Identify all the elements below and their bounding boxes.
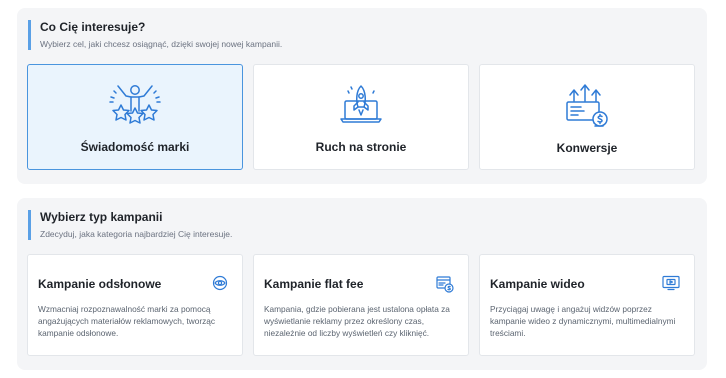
campaign-card-description: Wzmacniaj rozpoznawalność marki za pomoc…: [38, 304, 216, 338]
campaign-card-description: Przyciągaj uwagę i angażuj widzów poprze…: [490, 304, 676, 338]
campaign-card-video[interactable]: Kampanie wideo Przyciągaj uwagę i angażu…: [479, 254, 695, 356]
goal-card-brand-awareness[interactable]: Świadomość marki: [27, 64, 243, 170]
browser-dollar-icon: [436, 275, 454, 298]
goal-section-title: Co Cię interesuje?: [40, 20, 146, 34]
goal-section-header: Co Cię interesuje? Wybierz cel, jaki chc…: [28, 20, 282, 50]
video-screen-icon: [662, 275, 680, 296]
goal-card-label: Ruch na stronie: [315, 140, 407, 154]
goal-section-subtitle: Wybierz cel, jaki chcesz osiągnąć, dzięk…: [40, 39, 283, 49]
campaign-card-display[interactable]: Kampanie odsłonowe Wzmacniaj rozpoznawal…: [27, 254, 243, 356]
goal-card-site-traffic[interactable]: Ruch na stronie: [253, 64, 469, 170]
campaign-card-description: Kampania, gdzie pobierana jest ustalona …: [264, 304, 450, 338]
campaign-type-header: Wybierz typ kampanii Zdecyduj, jaka kate…: [28, 210, 232, 240]
rocket-laptop-icon: [339, 83, 383, 130]
campaign-card-title: Kampanie odsłonowe: [38, 277, 162, 291]
chart-arrows-coin-icon: [564, 83, 610, 136]
campaign-type-title: Wybierz typ kampanii: [40, 210, 163, 224]
campaign-card-title: Kampanie flat fee: [264, 277, 364, 291]
goal-card-label: Świadomość marki: [80, 140, 190, 154]
eye-icon: [212, 275, 228, 296]
goal-section: Co Cię interesuje? Wybierz cel, jaki chc…: [17, 8, 707, 184]
celebrating-figure-stars-icon: [106, 83, 164, 130]
campaign-card-flat-fee[interactable]: Kampanie flat fee Kampania, gdzie pobier…: [253, 254, 469, 356]
campaign-type-section: Wybierz typ kampanii Zdecyduj, jaka kate…: [17, 198, 707, 370]
goal-card-label: Konwersje: [556, 141, 618, 155]
campaign-card-title: Kampanie wideo: [490, 277, 585, 291]
campaign-type-subtitle: Zdecyduj, jaka kategoria najbardziej Cię…: [40, 229, 233, 239]
goal-card-conversions[interactable]: Konwersje: [479, 64, 695, 170]
